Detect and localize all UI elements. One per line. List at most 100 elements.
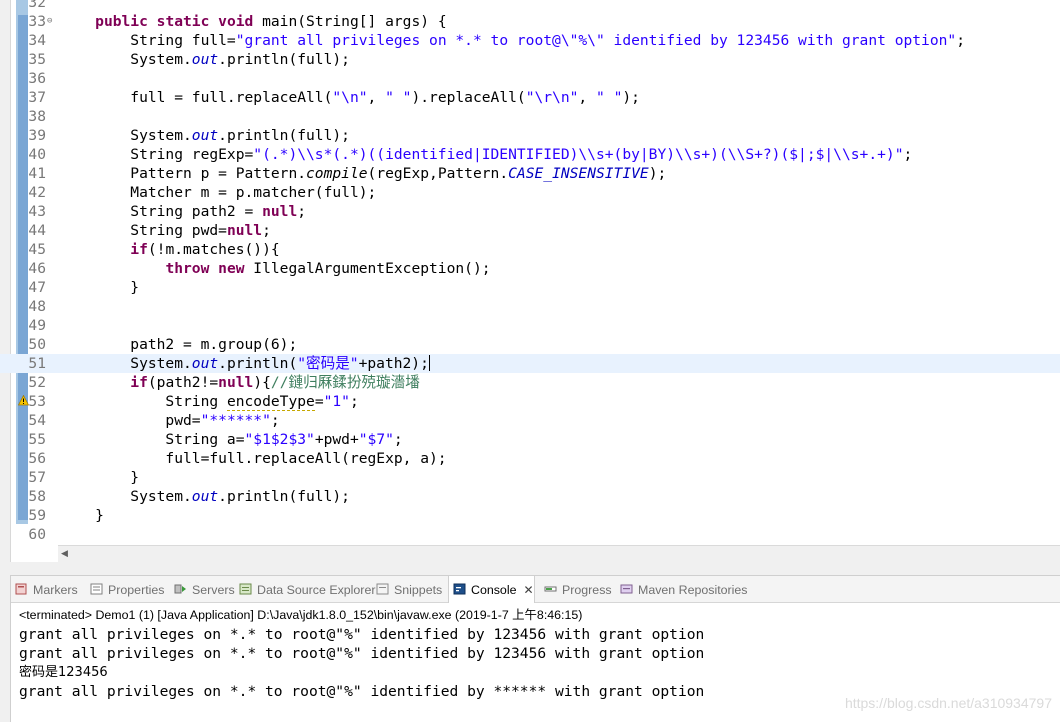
code-text[interactable]: String path2 = null;	[60, 202, 306, 221]
horizontal-scrollbar[interactable]: ◀	[58, 545, 1060, 562]
tab-properties[interactable]: Properties	[86, 576, 164, 602]
code-text[interactable]: }	[60, 506, 104, 525]
code-line[interactable]: 38	[0, 107, 1060, 126]
line-number: 51	[28, 355, 46, 372]
code-line[interactable]: 43 String path2 = null;	[0, 202, 1060, 221]
close-icon[interactable]: ✕	[523, 583, 533, 597]
tab-label: Properties	[108, 583, 165, 597]
line-number: 40	[28, 146, 46, 163]
code-text[interactable]: System.out.println("密码是"+path2);	[60, 354, 430, 373]
tab-maven-repositories[interactable]: Maven Repositories	[616, 576, 748, 602]
code-line-current[interactable]: 51 System.out.println("密码是"+path2);	[0, 354, 1060, 373]
code-line[interactable]: 53 String encodeType="1";	[0, 392, 1060, 411]
line-number: 42	[28, 184, 46, 201]
tab-servers[interactable]: Servers	[170, 576, 235, 602]
code-line[interactable]: 36	[0, 69, 1060, 88]
code-line[interactable]: 52 if(path2!=null){//鏈归厤鍒扮殑璇濇墦	[0, 373, 1060, 392]
line-number: 57	[28, 469, 46, 486]
line-number: 52	[28, 374, 46, 391]
tab-console[interactable]: Console ✕	[448, 576, 535, 603]
line-number: 34	[28, 32, 46, 49]
line-number: 32	[28, 0, 46, 11]
code-line[interactable]: 50 path2 = m.group(6);	[0, 335, 1060, 354]
code-line[interactable]: 48	[0, 297, 1060, 316]
console-output-line: grant all privileges on *.* to root@"%" …	[19, 645, 705, 662]
code-line[interactable]: 33 ⊖ public static void main(String[] arg…	[0, 12, 1060, 31]
maven-icon	[620, 584, 633, 594]
code-line[interactable]: 58 System.out.println(full);	[0, 487, 1060, 506]
fold-collapse-icon[interactable]: ⊖	[47, 16, 52, 26]
code-line[interactable]: 57 }	[0, 468, 1060, 487]
warning-icon[interactable]	[18, 395, 29, 406]
line-number: 53	[28, 393, 46, 410]
code-text[interactable]: String pwd=null;	[60, 221, 271, 240]
code-line[interactable]: 47 }	[0, 278, 1060, 297]
code-text[interactable]: path2 = m.group(6);	[60, 335, 297, 354]
code-line[interactable]: 32	[0, 0, 1060, 12]
code-text[interactable]: if(path2!=null){//鏈归厤鍒扮殑璇濇墦	[60, 373, 420, 392]
tab-label: Maven Repositories	[638, 583, 748, 597]
view-tab-bar: Markers Properties Servers Data Source E…	[11, 576, 1060, 603]
line-number: 60	[28, 526, 46, 543]
scroll-left-arrow-icon[interactable]: ◀	[61, 548, 68, 559]
code-text[interactable]: String full="grant all privileges on *.*…	[60, 31, 965, 50]
code-text[interactable]: public static void main(String[] args) {	[60, 12, 446, 31]
console-output-line: grant all privileges on *.* to root@"%" …	[19, 683, 705, 700]
tab-markers[interactable]: Markers	[11, 576, 78, 602]
code-text[interactable]: throw new IllegalArgumentException();	[60, 259, 490, 278]
code-line[interactable]: 54 pwd="******";	[0, 411, 1060, 430]
tab-label: Snippets	[394, 583, 443, 597]
line-number: 56	[28, 450, 46, 467]
tab-data-source-explorer[interactable]: Data Source Explorer	[235, 576, 375, 602]
line-number: 39	[28, 127, 46, 144]
tab-label: Markers	[33, 583, 78, 597]
tab-label: Data Source Explorer	[257, 583, 376, 597]
code-line[interactable]: 59 }	[0, 506, 1060, 525]
tab-progress[interactable]: Progress	[540, 576, 612, 602]
code-text[interactable]: }	[60, 278, 139, 297]
code-line[interactable]: 41 Pattern p = Pattern.compile(regExp,Pa…	[0, 164, 1060, 183]
code-text[interactable]: if(!m.matches()){	[60, 240, 279, 259]
code-text[interactable]: full=full.replaceAll(regExp, a);	[60, 449, 446, 468]
code-line[interactable]: 49	[0, 316, 1060, 335]
code-line[interactable]: 56 full=full.replaceAll(regExp, a);	[0, 449, 1060, 468]
code-text[interactable]: String a="$1$2$3"+pwd+"$7";	[60, 430, 402, 449]
code-text[interactable]: Pattern p = Pattern.compile(regExp,Patte…	[60, 164, 666, 183]
code-text[interactable]: pwd="******";	[60, 411, 279, 430]
code-line[interactable]: 35 System.out.println(full);	[0, 50, 1060, 69]
line-number: 33	[28, 13, 46, 30]
tab-label: Servers	[192, 583, 235, 597]
code-text[interactable]: full = full.replaceAll("\n", " ").replac…	[60, 88, 640, 107]
code-text[interactable]: String regExp="(.*)\\s*(.*)((identified|…	[60, 145, 912, 164]
code-line[interactable]: 46 throw new IllegalArgumentException();	[0, 259, 1060, 278]
console-output-line: grant all privileges on *.* to root@"%" …	[19, 626, 705, 643]
code-editor[interactable]: 32 33 ⊖ public static void main(String[] a…	[0, 0, 1060, 562]
code-line[interactable]: 42 Matcher m = p.matcher(full);	[0, 183, 1060, 202]
code-line[interactable]: 37 full = full.replaceAll("\n", " ").rep…	[0, 88, 1060, 107]
line-number: 43	[28, 203, 46, 220]
code-text[interactable]: System.out.println(full);	[60, 50, 350, 69]
tab-label: Progress	[562, 583, 612, 597]
tab-snippets[interactable]: Snippets	[372, 576, 442, 602]
line-number: 50	[28, 336, 46, 353]
line-number: 38	[28, 108, 46, 125]
code-text[interactable]: Matcher m = p.matcher(full);	[60, 183, 376, 202]
code-line[interactable]: 40 String regExp="(.*)\\s*(.*)((identifi…	[0, 145, 1060, 164]
code-text[interactable]: System.out.println(full);	[60, 126, 350, 145]
code-line[interactable]: 34 String full="grant all privileges on …	[0, 31, 1060, 50]
snippets-icon	[376, 583, 389, 595]
line-number: 41	[28, 165, 46, 182]
line-number: 48	[28, 298, 46, 315]
line-number: 55	[28, 431, 46, 448]
code-text[interactable]: String encodeType="1";	[60, 392, 359, 411]
code-line[interactable]: 39 System.out.println(full);	[0, 126, 1060, 145]
code-text[interactable]: System.out.println(full);	[60, 487, 350, 506]
code-line[interactable]: 44 String pwd=null;	[0, 221, 1060, 240]
code-line[interactable]: 60	[0, 525, 1060, 544]
line-number: 45	[28, 241, 46, 258]
code-line[interactable]: 45 if(!m.matches()){	[0, 240, 1060, 259]
data-source-icon	[239, 583, 252, 595]
code-line[interactable]: 55 String a="$1$2$3"+pwd+"$7";	[0, 430, 1060, 449]
code-text[interactable]: }	[60, 468, 139, 487]
line-number: 54	[28, 412, 46, 429]
